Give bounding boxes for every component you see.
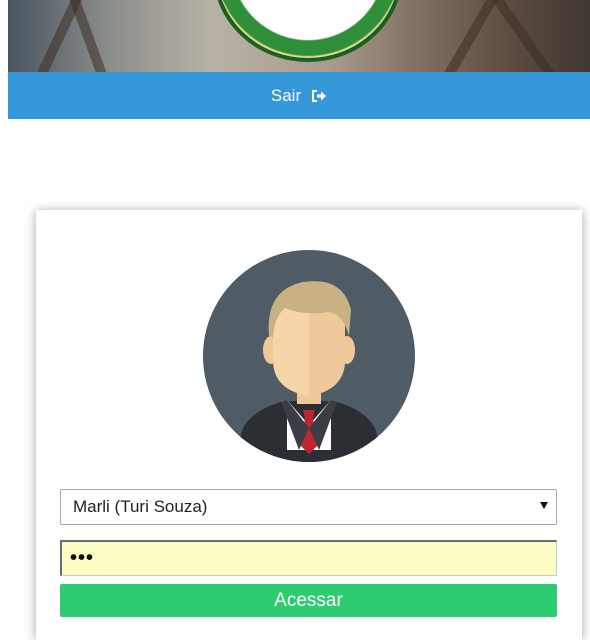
password-value: ••• — [70, 547, 95, 569]
logo-seal — [213, 0, 403, 62]
logout-label: Sair — [270, 85, 302, 105]
banner-scaffold-beam — [423, 0, 503, 72]
navbar: Sair — [8, 72, 590, 119]
caret-down-icon — [540, 502, 548, 509]
password-input[interactable]: ••• — [60, 540, 557, 576]
user-avatar-icon — [203, 250, 415, 462]
logout-button[interactable]: Sair — [271, 86, 327, 106]
user-select[interactable]: Marli (Turi Souza) — [60, 489, 557, 525]
banner-scaffold-beam — [64, 0, 122, 72]
user-select-value: Marli (Turi Souza) — [73, 497, 208, 516]
login-card: Marli (Turi Souza) ••• Acessar — [36, 210, 582, 640]
banner-scaffold-beam — [488, 0, 578, 72]
sign-out-icon — [311, 89, 327, 103]
submit-button[interactable]: Acessar — [60, 584, 557, 617]
header-banner — [8, 0, 590, 72]
submit-label: Acessar — [274, 589, 343, 611]
